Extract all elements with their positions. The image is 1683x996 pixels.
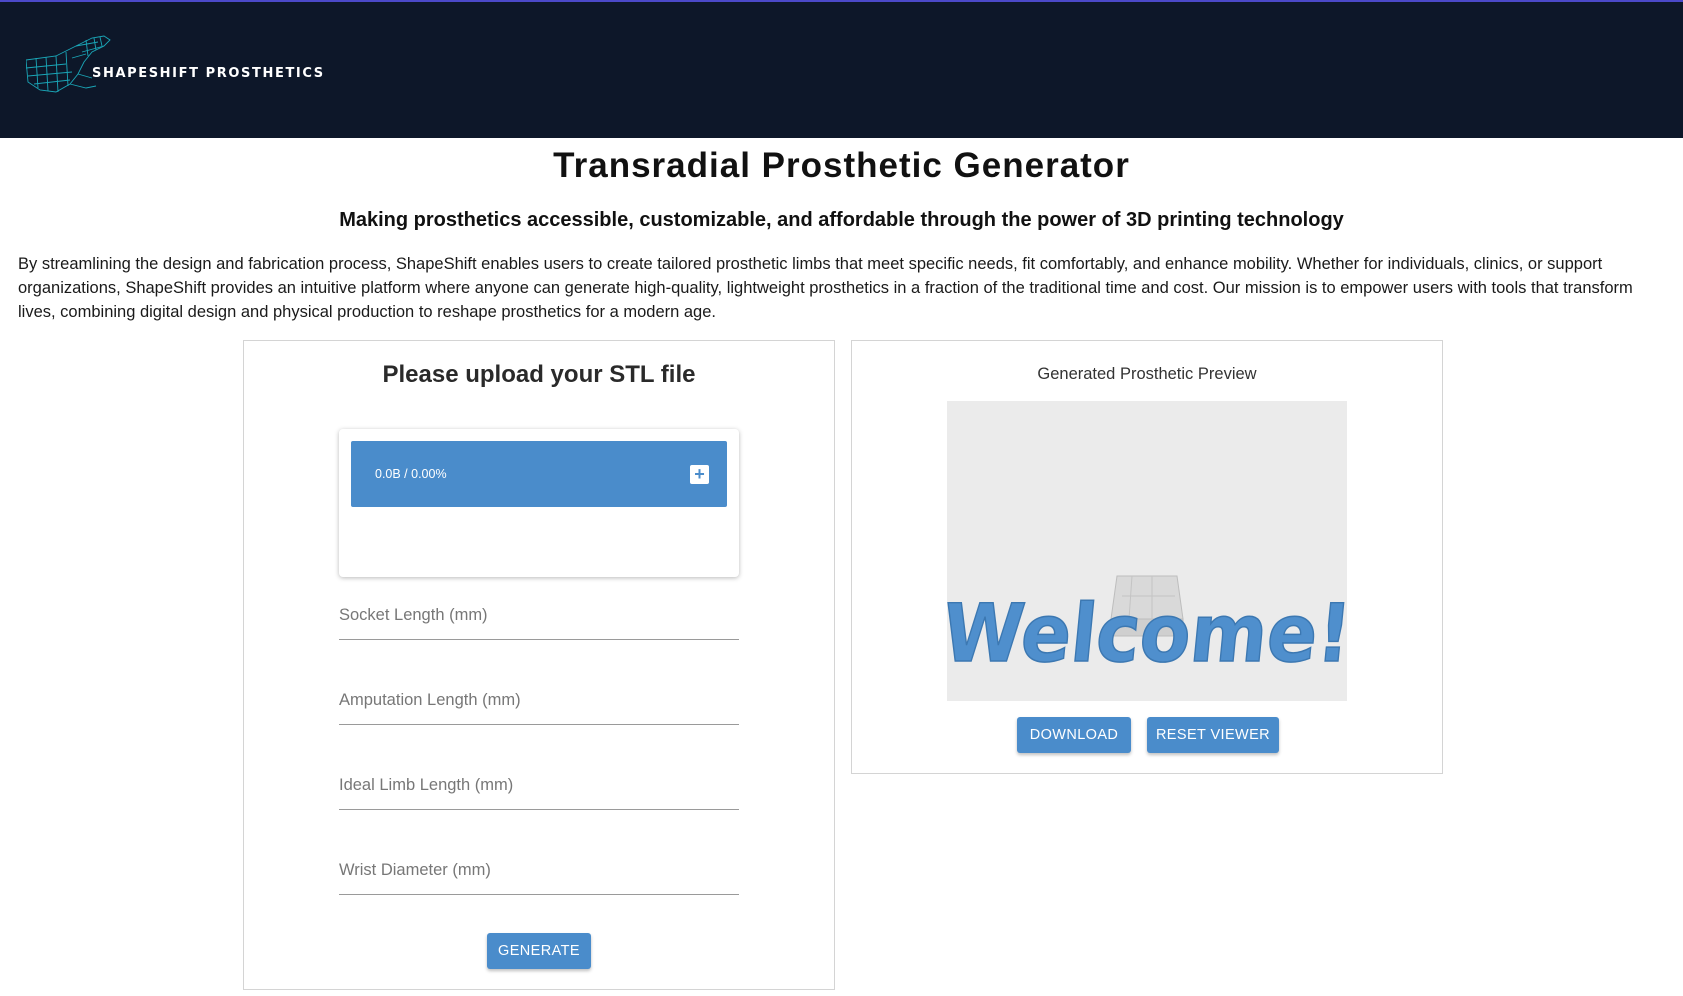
3d-viewer[interactable]: Welcome!: [938, 401, 1356, 701]
page-subtitle: Making prosthetics accessible, customiza…: [339, 209, 1344, 231]
brand-name: SHAPESHIFT PROSTHETICS: [92, 66, 325, 81]
upload-title: Please upload your STL file: [382, 361, 696, 388]
download-button[interactable]: DOWNLOAD: [1017, 717, 1131, 753]
upload-panel: Please upload your STL file 0.0B / 0.00%…: [243, 340, 835, 990]
ideal-limb-length-input[interactable]: [339, 761, 739, 809]
socket-length-input[interactable]: [339, 591, 739, 639]
preview-panel: Generated Prosthetic Preview Welcome! DO…: [851, 340, 1443, 774]
file-dropzone[interactable]: 0.0B / 0.00% +: [339, 429, 739, 577]
page-title: Transradial Prosthetic Generator: [553, 146, 1130, 185]
wrist-diameter-input[interactable]: [339, 846, 739, 894]
ideal-limb-length-field[interactable]: [339, 761, 739, 810]
upload-progress-text: 0.0B / 0.00%: [375, 467, 447, 481]
preview-label: Generated Prosthetic Preview: [1037, 365, 1257, 383]
wireframe-hand-icon: [26, 35, 111, 93]
generate-button[interactable]: GENERATE: [487, 933, 591, 969]
amputation-length-input[interactable]: [339, 676, 739, 724]
wrist-diameter-field[interactable]: [339, 846, 739, 895]
viewer-canvas: Welcome!: [938, 575, 1356, 681]
reset-viewer-button[interactable]: RESET VIEWER: [1147, 717, 1279, 753]
top-header: SHAPESHIFT PROSTHETICS: [0, 2, 1683, 138]
intro-paragraph: By streamlining the design and fabricati…: [18, 255, 1633, 321]
file-upload-bar[interactable]: 0.0B / 0.00% +: [351, 441, 727, 507]
socket-length-field[interactable]: [339, 591, 739, 640]
plus-icon[interactable]: +: [690, 465, 709, 484]
amputation-length-field[interactable]: [339, 676, 739, 725]
welcome-3d-text: Welcome!: [947, 587, 1347, 680]
